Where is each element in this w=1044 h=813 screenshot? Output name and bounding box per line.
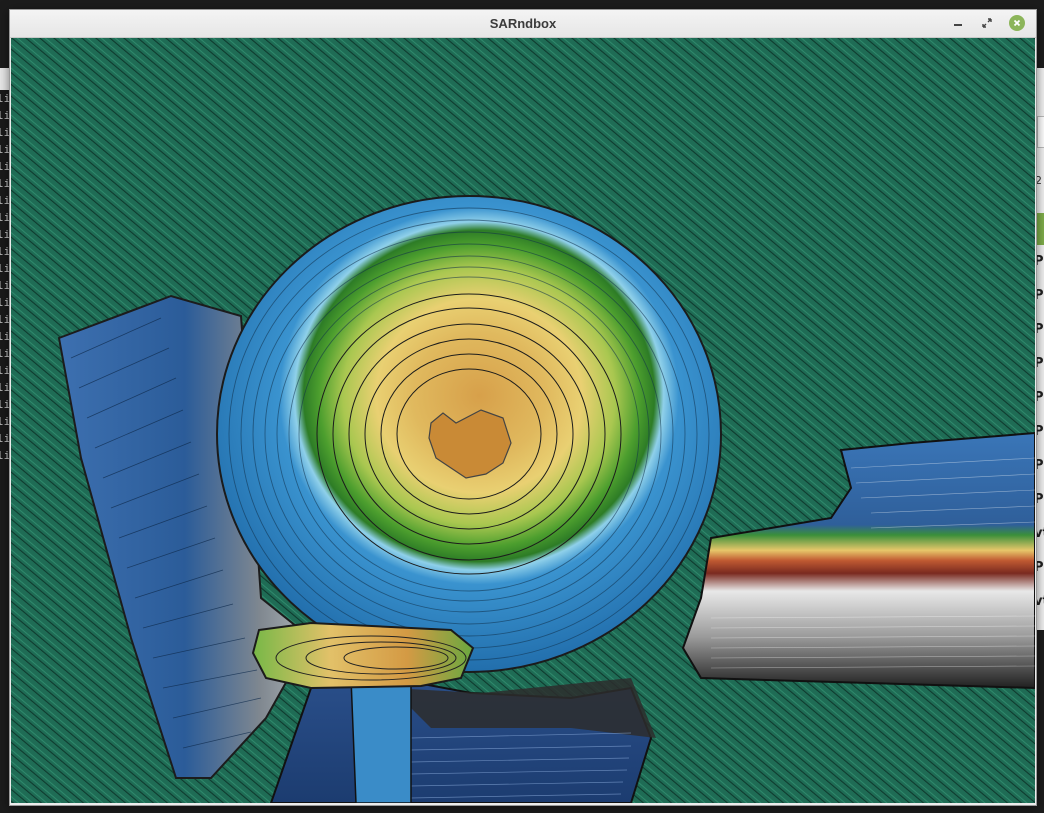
topography-view — [11, 38, 1035, 803]
minimize-icon — [954, 23, 962, 26]
sarndbox-window: SARndbox — [9, 9, 1037, 806]
maximize-button[interactable] — [979, 15, 995, 31]
sand-ledge — [251, 621, 475, 690]
sandbox-render-canvas[interactable] — [11, 38, 1035, 803]
maximize-icon — [982, 18, 992, 28]
window-title: SARndbox — [489, 16, 557, 31]
desktop: li li li li li li li li li li li li li li li li li li li li… — [0, 0, 1044, 813]
window-titlebar[interactable]: SARndbox — [10, 10, 1036, 38]
background-input[interactable] — [1037, 116, 1044, 148]
lower-left-column — [350, 677, 412, 803]
close-button[interactable] — [1009, 15, 1025, 31]
sand-mound-dome — [216, 195, 722, 673]
close-icon — [1013, 19, 1021, 27]
minimize-button[interactable] — [950, 15, 966, 31]
